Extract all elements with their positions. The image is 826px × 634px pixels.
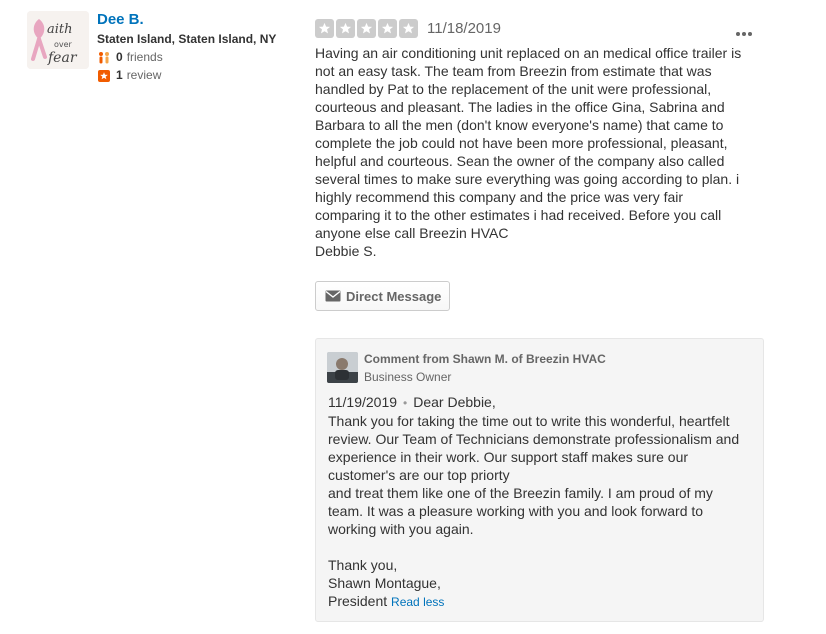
business-reply-text: Thank you for taking the time out to wri…: [328, 413, 740, 609]
business-reply: Comment from Shawn M. of Breezin HVAC Bu…: [315, 338, 764, 622]
reviews-count: 1: [116, 68, 123, 82]
review-text: Having an air conditioning unit replaced…: [315, 45, 742, 259]
friends-label: friends: [126, 50, 163, 64]
star-rating: [315, 18, 418, 38]
review-star-icon: [97, 69, 111, 83]
business-reply-greeting: Dear Debbie,: [413, 394, 496, 410]
direct-message-button[interactable]: Direct Message: [315, 281, 451, 311]
separator-dot: •: [403, 396, 408, 410]
read-less-link[interactable]: Read less: [391, 595, 444, 609]
reviews-stat: 1 review: [97, 68, 317, 83]
business-owner-avatar[interactable]: [327, 352, 358, 383]
review-header: 11/18/2019: [315, 18, 765, 38]
reviewer-avatar[interactable]: aith over fear: [27, 11, 89, 69]
business-reply-title: Comment from Shawn M. of Breezin HVAC: [364, 352, 606, 366]
friends-icon: [97, 51, 111, 65]
star-icon: [315, 18, 334, 38]
star-icon: [378, 18, 397, 38]
star-icon: [357, 18, 376, 38]
business-owner-role: Business Owner: [364, 370, 452, 384]
reviewer-location: Staten Island, Staten Island, NY: [97, 32, 277, 46]
direct-message-label: Direct Message: [346, 288, 442, 304]
envelope-icon: [325, 290, 341, 302]
reviewer-name[interactable]: Dee B.: [97, 11, 317, 29]
star-icon: [399, 18, 418, 38]
friends-count: 0: [116, 50, 123, 64]
star-icon: [336, 18, 355, 38]
friends-stat: 0 friends: [97, 50, 317, 65]
svg-text:aith: aith: [47, 22, 73, 37]
more-options-icon[interactable]: [735, 24, 753, 36]
business-reply-date: 11/19/2019: [328, 394, 398, 410]
reviews-label: review: [126, 68, 162, 82]
review: 11/18/2019 Having an air conditioning un…: [315, 18, 765, 311]
svg-text:fear: fear: [47, 50, 78, 66]
svg-text:over: over: [54, 40, 73, 49]
review-date: 11/18/2019: [427, 19, 501, 37]
